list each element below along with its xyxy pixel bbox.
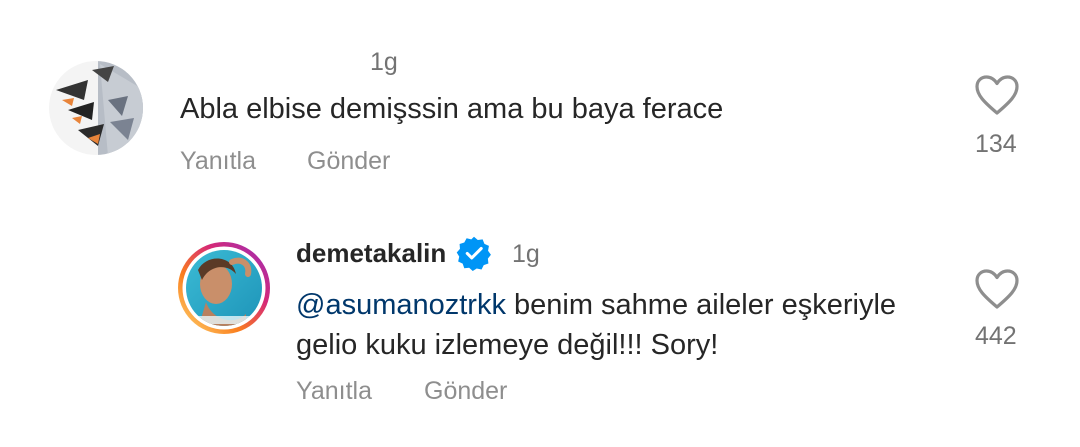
verified-badge-icon xyxy=(456,235,492,271)
comment-text: Abla elbise demişssin ama bu baya ferace xyxy=(180,93,724,125)
reply-button[interactable]: Yanıtla xyxy=(296,377,372,406)
heart-icon[interactable] xyxy=(974,74,1020,116)
timestamp: 1g xyxy=(370,48,398,76)
like-count: 442 xyxy=(975,322,1017,350)
reply-button[interactable]: Yanıtla xyxy=(180,147,256,176)
send-button[interactable]: Gönder xyxy=(424,377,507,406)
send-button[interactable]: Gönder xyxy=(307,147,390,176)
username[interactable]: demetakalin xyxy=(296,238,446,269)
sketch-avatar-icon xyxy=(49,61,143,155)
username[interactable] xyxy=(238,28,298,42)
heart-icon[interactable] xyxy=(974,268,1020,310)
avatar[interactable] xyxy=(176,240,272,336)
mention-link[interactable]: @asumanoztrkk xyxy=(296,289,506,321)
comment-text: @asumanoztrkk benim sahme aileler eşkeri… xyxy=(296,285,956,365)
like-count: 134 xyxy=(975,130,1017,158)
story-ring-avatar-icon xyxy=(178,242,270,334)
avatar[interactable] xyxy=(48,60,144,156)
timestamp: 1g xyxy=(512,240,540,268)
